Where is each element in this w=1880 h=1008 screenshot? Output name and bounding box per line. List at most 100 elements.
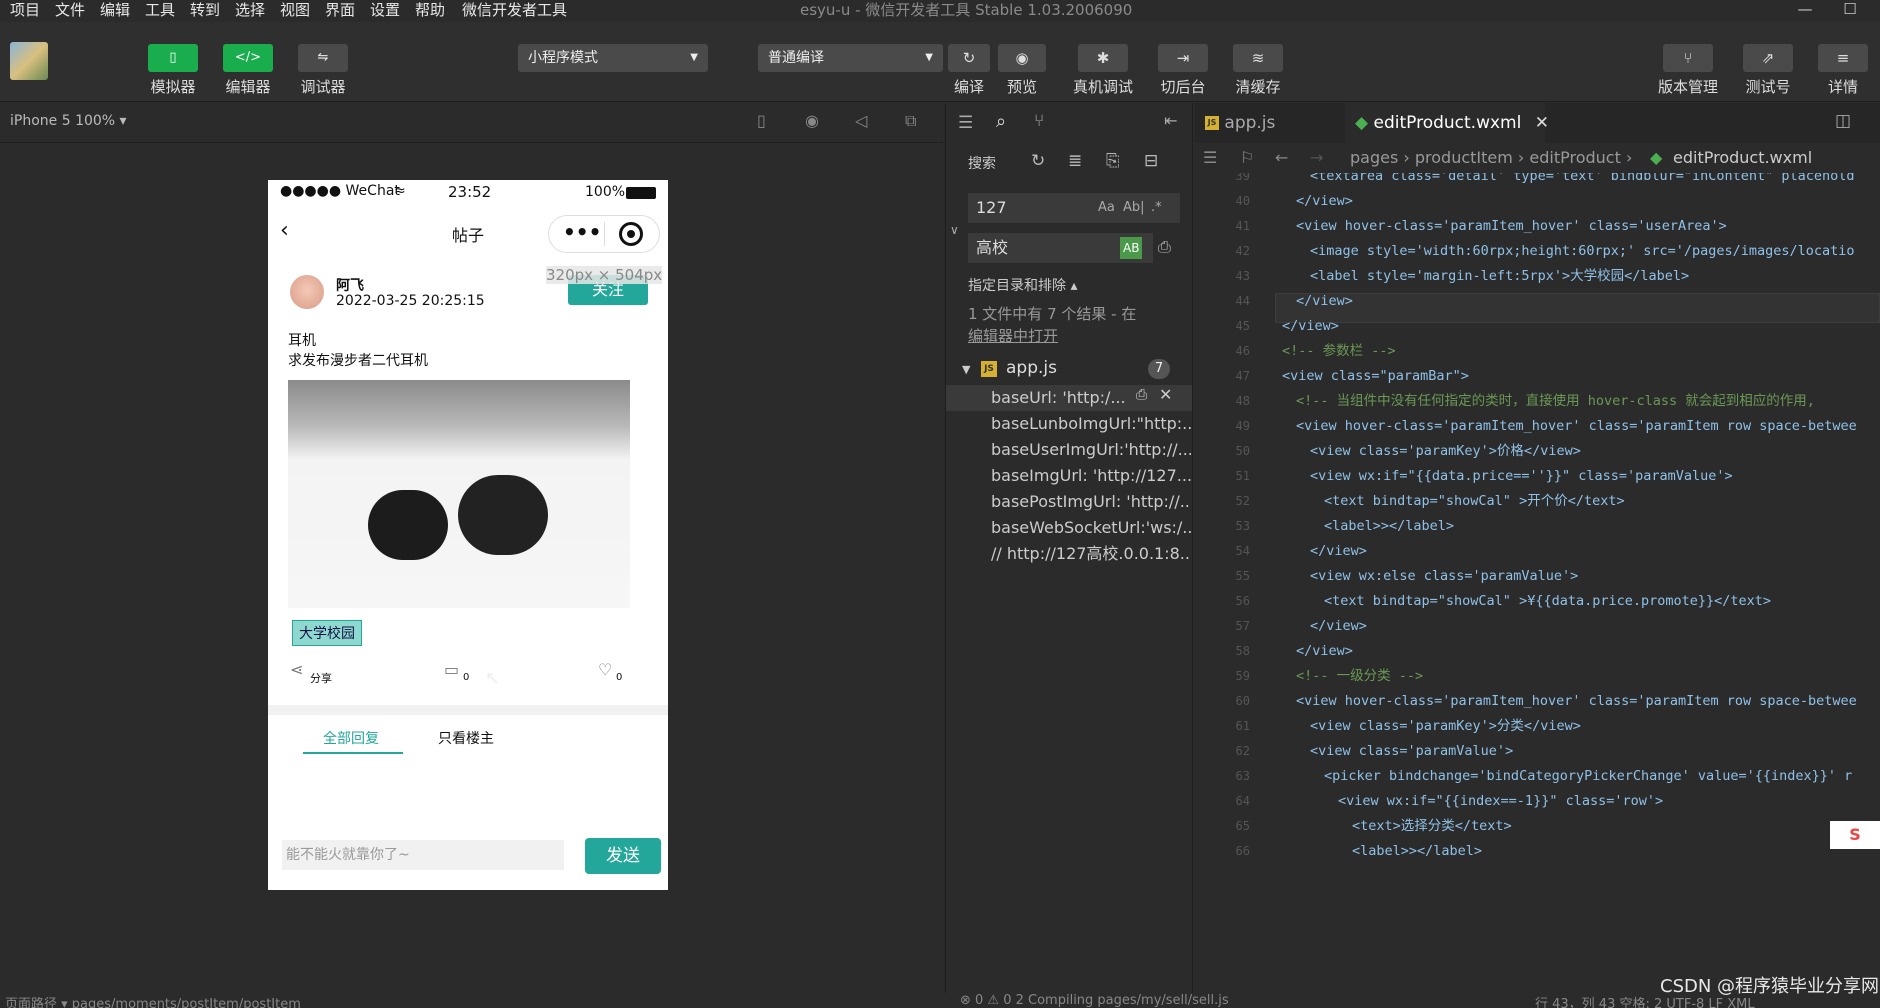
search-result[interactable]: baseUrl: 'http:/... <box>991 385 1136 411</box>
nav-title: 帖子 <box>452 226 485 245</box>
compile-select[interactable]: 普通编译 ▼ <box>758 44 943 72</box>
menu-project[interactable]: 项目 <box>10 0 40 20</box>
author-name: 阿飞 <box>336 278 364 294</box>
debugger-label: 调试器 <box>300 78 346 96</box>
preview-label: 预览 <box>1006 78 1037 96</box>
menu-edit[interactable]: 编辑 <box>100 0 130 20</box>
search-icon[interactable]: ⌕ <box>996 111 1006 132</box>
replace-icon[interactable]: ⎙ <box>1136 387 1147 403</box>
search-result[interactable]: basePostImgUrl: 'http://... <box>991 489 1191 515</box>
minimize-button[interactable]: — <box>1790 0 1820 20</box>
menu-settings[interactable]: 设置 <box>370 0 400 20</box>
collapse-panel-icon[interactable]: ⇤ <box>1164 111 1177 130</box>
page-path[interactable]: 页面路径 ▾ pages/moments/postItem/postItem <box>5 993 301 1008</box>
simulator-button[interactable]: ▯ <box>148 44 198 72</box>
more-icon[interactable]: ••• <box>563 220 601 244</box>
toolbar: ▯ 模拟器 </> 编辑器 ⇋ 调试器 小程序模式 ▼ 普通编译 ▼ ↻ 编译 ◉ … <box>0 22 1880 102</box>
comment-icon[interactable]: ▭ <box>444 660 459 679</box>
test-button[interactable]: ⇗ <box>1743 44 1793 72</box>
replace-input[interactable]: 高校 AB <box>968 233 1153 263</box>
source-control-icon[interactable]: ⑂ <box>1034 111 1044 131</box>
tab-all-replies[interactable]: 全部回复 <box>323 728 379 748</box>
tab-owner-only[interactable]: 只看楼主 <box>438 728 494 748</box>
chevron-down-icon[interactable]: ▼ <box>962 363 970 376</box>
close-icon[interactable]: ✕ <box>1159 385 1172 404</box>
collapse-all-icon[interactable]: ⊟ <box>1144 151 1158 171</box>
search-result[interactable]: baseLunboImgUrl:"http:... <box>991 411 1191 437</box>
open-in-editor-link[interactable]: 编辑器中打开 <box>968 325 1058 346</box>
mode-select[interactable]: 小程序模式 ▼ <box>518 44 708 72</box>
preview-button[interactable]: ◉ <box>998 44 1046 72</box>
replace-all-icon[interactable]: ⎙ <box>1158 237 1171 257</box>
editor-button[interactable]: </> <box>223 44 273 72</box>
debugger-button[interactable]: ⇋ <box>298 44 348 72</box>
bookmark-icon[interactable]: ⚐ <box>1240 143 1254 173</box>
menu-goto[interactable]: 转到 <box>190 0 220 20</box>
regex-toggle[interactable]: .* <box>1151 193 1162 223</box>
close-icon[interactable]: ✕ <box>1527 113 1549 133</box>
tab-edit-product-wxml[interactable]: ◆ editProduct.wxml ✕ <box>1345 103 1549 143</box>
clear-results-icon[interactable]: ≣ <box>1068 151 1082 171</box>
search-result[interactable]: baseWebSocketUrl:'ws:/... <box>991 515 1191 541</box>
compile-button[interactable]: ↻ <box>948 44 990 72</box>
search-input[interactable]: 127 Aa Ab| .* <box>968 193 1180 223</box>
breadcrumb-file[interactable]: editProduct.wxml <box>1673 143 1812 173</box>
back-icon[interactable]: ‹ <box>280 218 289 243</box>
line-number: 66 <box>1235 844 1250 858</box>
search-title: 搜索 <box>968 156 996 172</box>
device-debug-button[interactable]: ✱ <box>1078 44 1128 72</box>
result-file-name[interactable]: app.js <box>1006 358 1057 378</box>
menu-tools[interactable]: 工具 <box>145 0 175 20</box>
split-editor-icon[interactable]: ◫ <box>1835 111 1851 131</box>
post-tag[interactable]: 大学校园 <box>292 620 362 646</box>
send-button[interactable]: 发送 <box>585 838 661 874</box>
menu-wechat-devtools[interactable]: 微信开发者工具 <box>462 0 567 20</box>
search-result[interactable]: baseUserImgUrl:'http://... <box>991 437 1191 463</box>
details-button[interactable]: ≡ <box>1818 44 1868 72</box>
avatar[interactable] <box>10 42 48 80</box>
clear-cache-button[interactable]: ≋ <box>1233 44 1283 72</box>
menu-view[interactable]: 视图 <box>280 0 310 20</box>
maximize-button[interactable]: ☐ <box>1835 0 1865 20</box>
volume-icon[interactable]: ◁ <box>855 111 867 130</box>
phone-icon[interactable]: ▯ <box>757 111 766 130</box>
like-icon[interactable]: ♡ <box>598 660 612 679</box>
back-arrow-icon[interactable]: ← <box>1275 143 1288 173</box>
background-button[interactable]: ⇥ <box>1158 44 1208 72</box>
status-bar: 页面路径 ▾ pages/moments/postItem/postItem ⊗… <box>0 993 1880 1008</box>
refresh-icon[interactable]: ↻ <box>1031 151 1045 171</box>
post-image[interactable] <box>288 380 630 608</box>
menu-help[interactable]: 帮助 <box>415 0 445 20</box>
menu-select[interactable]: 选择 <box>235 0 265 20</box>
list-icon[interactable]: ☰ <box>1203 143 1217 173</box>
code-area[interactable]: 39 <textarea class='detail' type='text' b… <box>1195 173 1880 993</box>
close-miniprogram-icon[interactable] <box>619 222 643 246</box>
tab-app-js[interactable]: JS app.js <box>1205 103 1335 143</box>
match-case-toggle[interactable]: Aa <box>1098 193 1115 223</box>
search-result[interactable]: baseImgUrl: 'http://127... <box>991 463 1191 489</box>
scope-toggle[interactable]: 指定目录和排除 ▴ <box>968 275 1077 295</box>
wxml-file-icon: ◆ <box>1355 113 1369 133</box>
menu-file[interactable]: 文件 <box>55 0 85 20</box>
window-icon[interactable]: ⧉ <box>905 111 916 131</box>
like-count: 0 <box>616 672 623 683</box>
explorer-icon[interactable]: ☰ <box>958 113 973 133</box>
breadcrumb-path[interactable]: pages › productItem › editProduct › <box>1350 143 1632 173</box>
search-result[interactable]: // http://127高校.0.0.1:8... <box>991 541 1191 567</box>
version-button[interactable]: ⑂ <box>1663 44 1713 72</box>
chevron-down-icon[interactable]: ∨ <box>950 223 959 237</box>
forward-arrow-icon[interactable]: → <box>1310 143 1323 173</box>
debug-icon: ⇋ <box>317 50 329 65</box>
author-avatar[interactable] <box>290 275 324 309</box>
new-search-editor-icon[interactable]: ⎘ <box>1106 151 1120 171</box>
record-icon[interactable]: ◉ <box>805 111 819 130</box>
whole-word-toggle[interactable]: Ab| <box>1123 193 1145 223</box>
cursor-icon: ↖ <box>485 668 501 689</box>
share-icon[interactable]: ⋖ <box>290 660 303 679</box>
preserve-case-toggle[interactable]: AB <box>1120 237 1143 259</box>
menu-interface[interactable]: 界面 <box>325 0 355 20</box>
code-editor: JS app.js ◆ editProduct.wxml ✕ ◫ ☰ ⚐ ← →… <box>1195 103 1880 993</box>
battery-text: 100% <box>585 184 626 200</box>
reply-input[interactable]: 能不能火就靠你了~ <box>282 840 564 870</box>
device-select[interactable]: iPhone 5 100% ▾ <box>10 113 127 129</box>
